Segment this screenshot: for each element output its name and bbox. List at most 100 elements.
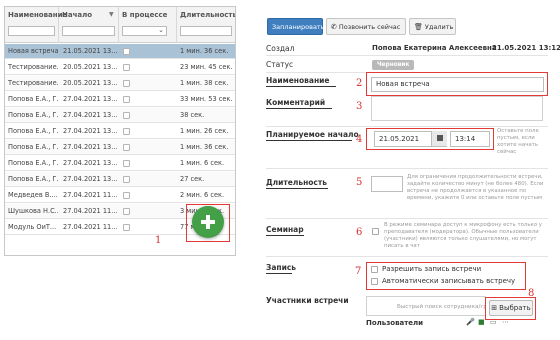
table-row[interactable]: Медведев В.... 27.04.2021 11... 2 мин. 6…: [5, 188, 235, 203]
marker-5: 5: [356, 177, 363, 188]
camera-icon: ■: [478, 318, 485, 326]
table-row[interactable]: Попова Е.А., Г... 27.04.2021 13... 33 ми…: [5, 92, 235, 107]
in-progress-checkbox[interactable]: [123, 128, 130, 135]
select-button-label: Выбрать: [499, 304, 531, 312]
in-progress-checkbox[interactable]: [123, 96, 130, 103]
in-progress-checkbox[interactable]: [123, 80, 130, 87]
add-meeting-button[interactable]: [192, 206, 224, 238]
participant-search-input[interactable]: Быстрый поиск сотрудника/группы: [366, 296, 486, 316]
sort-arrow-icon[interactable]: ▼: [109, 11, 114, 18]
filter-start-input[interactable]: [62, 26, 115, 36]
row-duration: 1 мин. 38 сек.: [180, 79, 229, 87]
row-name: Медведев В....: [8, 191, 58, 199]
filter-in-progress-select[interactable]: ⌄: [122, 26, 167, 36]
separator: [266, 55, 548, 56]
in-progress-checkbox[interactable]: [123, 144, 130, 151]
table-header: Наименование Начало ▼ В процессе ⌄ Длите…: [5, 7, 235, 43]
marker-2: 2: [356, 78, 363, 89]
duration-label-underline: [266, 188, 328, 189]
schedule-button[interactable]: Запланировать: [267, 18, 325, 35]
calendar-button[interactable]: [431, 131, 447, 146]
table-row[interactable]: Новая встреча 21.05.2021 13... 1 мин. 36…: [5, 44, 235, 59]
column-start[interactable]: Начало ▼: [59, 7, 119, 43]
meeting-name-input[interactable]: Новая встреча: [371, 77, 544, 92]
call-now-button[interactable]: ✆ Позвонить сейчас: [326, 18, 406, 35]
row-duration: 1 мин. 36 сек.: [180, 47, 229, 55]
allow-record-checkbox[interactable]: [371, 266, 378, 273]
phone-icon: ✆: [331, 23, 337, 31]
row-name: Тестирование...: [8, 79, 58, 87]
creator-value: Попова Екатерина Алексеевна: [372, 44, 497, 52]
duration-hint: Для ограничения продолжительности встреч…: [407, 174, 544, 201]
table-row[interactable]: Попова Е.А., Г... 27.04.2021 13... 38 се…: [5, 108, 235, 123]
row-start: 27.04.2021 11...: [63, 207, 117, 215]
separator: [266, 126, 548, 127]
marker-3: 3: [356, 101, 363, 112]
duration-input[interactable]: [371, 176, 403, 192]
row-start: 27.04.2021 13...: [63, 159, 117, 167]
filter-duration-input[interactable]: [180, 26, 232, 36]
row-name: Попова Е.А., Г...: [8, 175, 58, 183]
row-start: 27.04.2021 13...: [63, 95, 117, 103]
row-name: Шушкова Н.С....: [8, 207, 58, 215]
status-label: Статус: [266, 60, 294, 69]
seminar-label-underline: [266, 235, 304, 236]
filter-name-input[interactable]: [8, 26, 55, 36]
name-label-underline: [266, 86, 336, 87]
row-start: 27.04.2021 11...: [63, 223, 117, 231]
row-name: Новая встреча: [8, 47, 58, 55]
in-progress-checkbox[interactable]: [123, 160, 130, 167]
row-name: Попова Е.А., Г...: [8, 127, 58, 135]
in-progress-checkbox[interactable]: [123, 176, 130, 183]
select-participants-button[interactable]: ⊞ Выбрать: [489, 300, 533, 316]
comment-label: Комментарий: [266, 98, 326, 107]
row-name: Модуль ОиТ...: [8, 223, 57, 231]
row-duration: 1 мин. 26 сек.: [180, 127, 229, 135]
row-start: 20.05.2021 13...: [63, 63, 117, 71]
schedule-button-label: Запланировать: [272, 23, 325, 31]
table-row[interactable]: Попова Е.А., Г... 27.04.2021 13... 27 се…: [5, 172, 235, 187]
in-progress-checkbox[interactable]: [123, 208, 130, 215]
in-progress-checkbox[interactable]: [123, 224, 130, 231]
in-progress-checkbox[interactable]: [123, 64, 130, 71]
in-progress-checkbox[interactable]: [123, 112, 130, 119]
row-start: 27.04.2021 13...: [63, 175, 117, 183]
seminar-checkbox[interactable]: [372, 228, 379, 235]
delete-button-label: Удалить: [424, 23, 454, 31]
in-progress-checkbox[interactable]: [123, 48, 130, 55]
table-row[interactable]: Попова Е.А., Г... 27.04.2021 13... 1 мин…: [5, 156, 235, 171]
row-duration: 23 мин. 45 сек.: [180, 63, 233, 71]
planned-start-hint: Оставьте поле пустым, если хотите начать…: [497, 128, 539, 155]
row-start: 27.04.2021 13...: [63, 111, 117, 119]
column-duration[interactable]: Длительность: [177, 7, 235, 43]
separator: [266, 218, 548, 219]
trash-icon: 🗑: [414, 23, 423, 31]
comment-label-underline: [266, 108, 332, 109]
created-date: 21.05.2021 13:12: [492, 44, 560, 52]
column-header-in-progress: В процессе: [122, 11, 168, 19]
row-start: 20.05.2021 13...: [63, 79, 117, 87]
column-in-progress[interactable]: В процессе ⌄: [119, 7, 177, 43]
table-row[interactable]: Попова Е.А., Г... 27.04.2021 13... 1 мин…: [5, 140, 235, 155]
auto-record-checkbox[interactable]: [371, 278, 378, 285]
marker-7: 7: [355, 266, 362, 277]
row-duration: 2 мин. 6 сек.: [180, 191, 225, 199]
separator: [266, 168, 548, 169]
table-row[interactable]: Тестирование... 20.05.2021 13... 1 мин. …: [5, 76, 235, 91]
row-start: 27.04.2021 13...: [63, 143, 117, 151]
table-row[interactable]: Попова Е.А., Г... 27.04.2021 13... 1 мин…: [5, 124, 235, 139]
microphone-icon: 🎤: [466, 318, 475, 326]
table-row[interactable]: Тестирование... 20.05.2021 13... 23 мин.…: [5, 60, 235, 75]
planned-start-time-input[interactable]: 13:14: [450, 131, 490, 147]
in-progress-checkbox[interactable]: [123, 192, 130, 199]
name-label: Наименование: [266, 76, 330, 85]
row-name: Попова Е.А., Г...: [8, 143, 58, 151]
record-label: Запись: [266, 263, 297, 272]
comment-textarea[interactable]: [371, 96, 543, 121]
column-name[interactable]: Наименование: [5, 7, 67, 43]
duration-label: Длительность: [266, 178, 327, 187]
row-start: 27.04.2021 13...: [63, 127, 117, 135]
delete-button[interactable]: 🗑 Удалить: [409, 18, 456, 35]
row-duration: 27 сек.: [180, 175, 205, 183]
row-start: 21.05.2021 13...: [63, 47, 117, 55]
